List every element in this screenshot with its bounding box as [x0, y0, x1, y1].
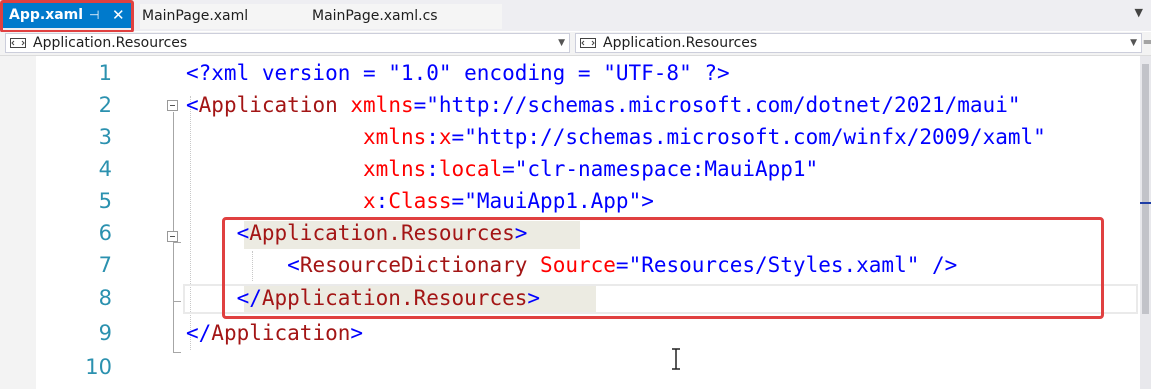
element-name: Application — [211, 321, 351, 345]
line-number: 7 — [98, 253, 112, 277]
document-tab-strip: App.xaml ⊣ ✕ MainPage.xaml MainPage.xaml… — [0, 0, 1151, 33]
tab-label: MainPage.xaml.cs — [312, 8, 438, 24]
line-number: 3 — [98, 125, 112, 149]
member-dropdown-value: Application.Resources — [603, 35, 758, 51]
vertical-scrollbar[interactable] — [1140, 56, 1151, 389]
tab-overflow-chevron-icon[interactable]: ▼ — [1135, 6, 1143, 19]
line-number: 5 — [98, 189, 112, 213]
attribute-value: "http://schemas.microsoft.com/dotnet/202… — [426, 93, 1021, 117]
attribute-value: "clr-namespace:MauiApp1" — [514, 157, 819, 181]
code-line: 5 x:Class="MauiApp1.App"> — [0, 185, 1140, 217]
attribute-name: xmlns — [350, 93, 414, 117]
line-number: 9 — [98, 321, 112, 345]
text-cursor-icon — [672, 348, 680, 370]
attribute-value: "http://schemas.microsoft.com/winfx/2009… — [464, 125, 1046, 149]
scrollbar-thumb[interactable] — [1142, 64, 1149, 314]
code-line: 9 </Application> — [0, 317, 1140, 349]
equals-sign: = — [502, 157, 515, 181]
colon: : — [375, 189, 389, 213]
code-text[interactable]: <?xml version = "1.0" encoding = "UTF-8"… — [186, 57, 730, 89]
attribute-name: local — [438, 157, 503, 181]
tab-highlight-box — [0, 0, 134, 33]
colon: : — [426, 157, 439, 181]
xml-declaration: <?xml version = "1.0" encoding = "UTF-8"… — [186, 61, 730, 85]
attribute-prefix: xmlns — [363, 125, 427, 149]
xml-element-icon — [10, 38, 26, 48]
tag-delimiter: </ — [186, 321, 212, 345]
type-dropdown[interactable]: Application.Resources ▼ — [5, 33, 570, 53]
xml-element-icon — [580, 38, 596, 48]
chevron-down-icon[interactable]: ▼ — [558, 34, 565, 52]
code-line: 3 xmlns:x="http://schemas.microsoft.com/… — [0, 121, 1140, 153]
split-window-icon[interactable]: ═ — [1144, 35, 1151, 49]
line-number: 10 — [85, 355, 112, 379]
navigation-bar: Application.Resources ▼ Application.Reso… — [0, 32, 1151, 56]
line-number: 4 — [98, 157, 112, 181]
code-highlight-box — [222, 217, 1104, 319]
attribute-name: Class — [388, 189, 452, 213]
code-text[interactable]: xmlns:x="http://schemas.microsoft.com/wi… — [186, 121, 1046, 153]
equals-sign: = — [451, 125, 465, 149]
line-number: 1 — [98, 61, 112, 85]
code-line: 10 — [0, 351, 1140, 383]
code-line: 1 <?xml version = "1.0" encoding = "UTF-… — [0, 57, 1140, 89]
attribute-prefix: xmlns — [363, 157, 427, 181]
code-editor[interactable]: 1 <?xml version = "1.0" encoding = "UTF-… — [0, 56, 1151, 389]
tab-mainpage-xaml[interactable]: MainPage.xaml — [140, 4, 305, 29]
tag-delimiter: < — [186, 93, 199, 117]
tag-delimiter: > — [641, 189, 654, 213]
code-text[interactable]: <Application xmlns="http://schemas.micro… — [186, 89, 1021, 121]
attribute-value: "MauiApp1.App" — [464, 189, 642, 213]
equals-sign: = — [451, 189, 465, 213]
tab-mainpage-xaml-cs[interactable]: MainPage.xaml.cs — [304, 4, 502, 29]
code-text[interactable]: x:Class="MauiApp1.App"> — [186, 185, 654, 217]
code-text[interactable]: xmlns:local="clr-namespace:MauiApp1" — [186, 153, 818, 185]
equals-sign: = — [413, 93, 427, 117]
attribute-prefix: x — [363, 189, 376, 213]
code-line: 2 <Application xmlns="http://schemas.mic… — [0, 89, 1140, 121]
tag-delimiter: > — [350, 321, 364, 345]
chevron-down-icon[interactable]: ▼ — [1130, 34, 1137, 52]
tab-label: MainPage.xaml — [142, 8, 249, 24]
line-number: 6 — [98, 221, 112, 245]
attribute-name: x — [438, 125, 452, 149]
type-dropdown-value: Application.Resources — [33, 35, 188, 51]
line-number: 8 — [98, 286, 112, 310]
member-dropdown[interactable]: Application.Resources ▼ — [575, 33, 1142, 53]
line-number: 2 — [98, 93, 112, 117]
code-line: 4 xmlns:local="clr-namespace:MauiApp1" — [0, 153, 1140, 185]
element-name: Application — [198, 93, 338, 117]
code-text[interactable]: </Application> — [186, 317, 363, 349]
caret-position-marker — [1140, 202, 1151, 204]
colon: : — [426, 125, 439, 149]
